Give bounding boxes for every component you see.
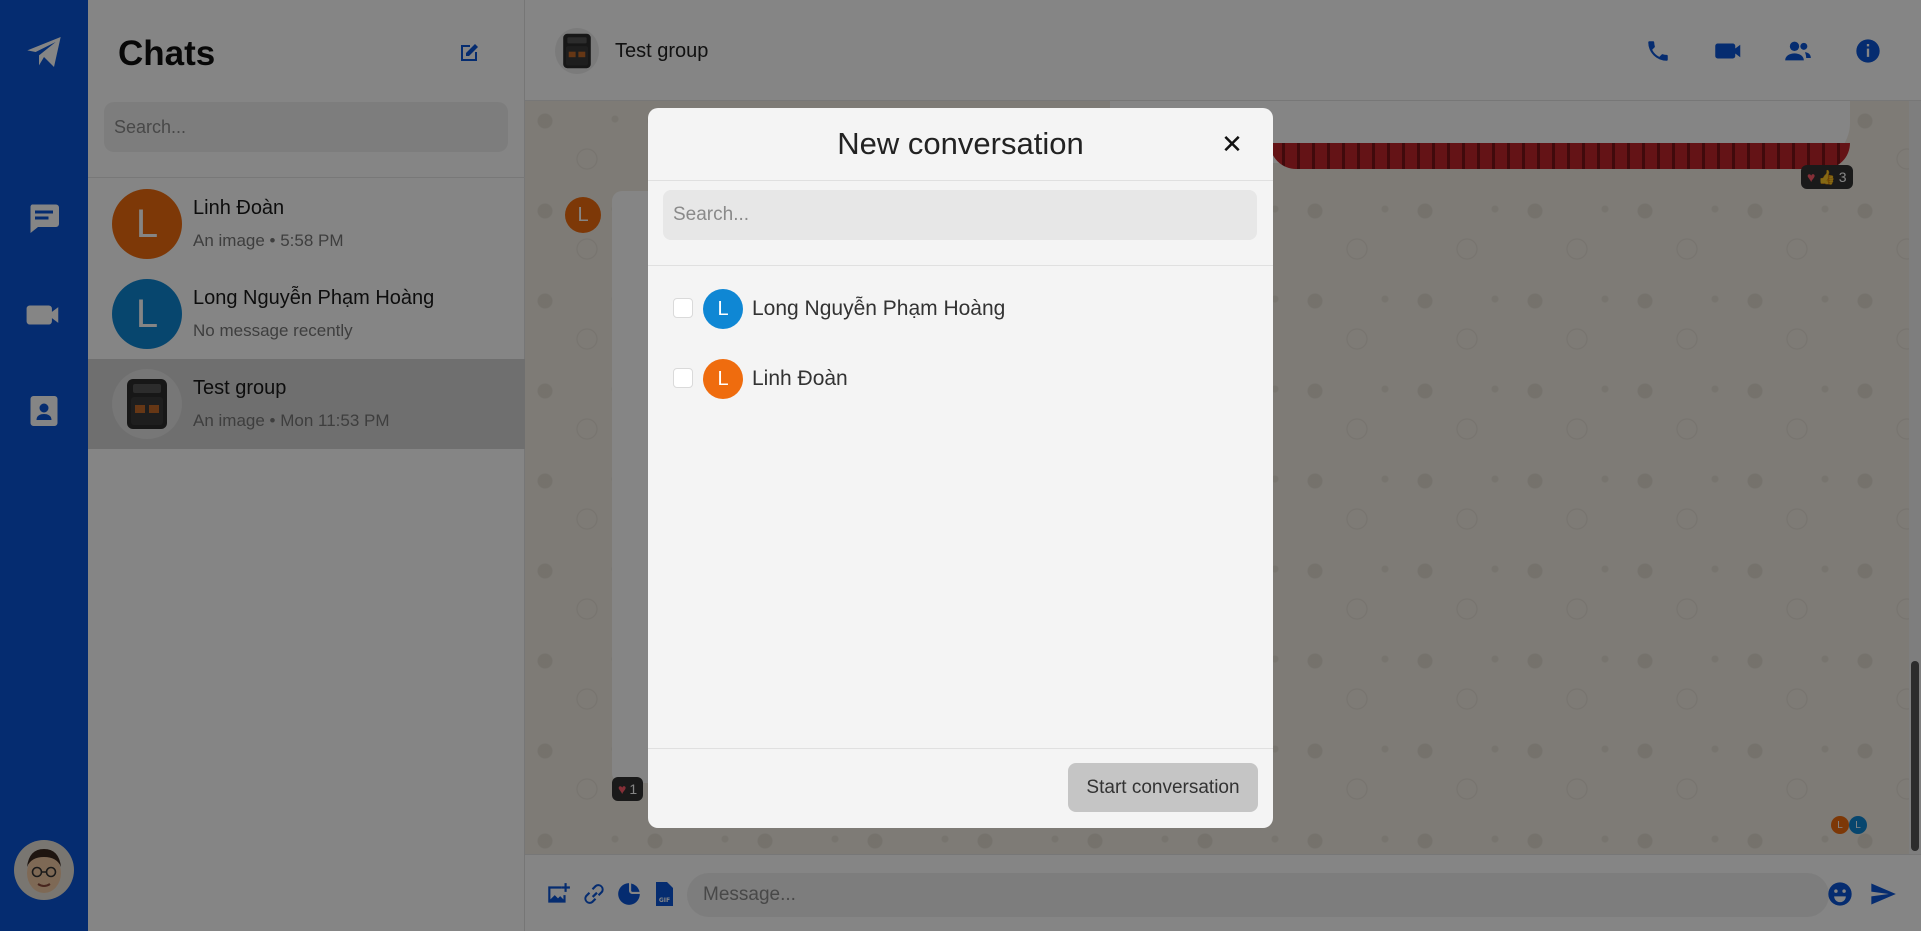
close-icon[interactable]: ✕: [1215, 127, 1249, 161]
contact-search-input[interactable]: [663, 190, 1257, 240]
contact-option[interactable]: L Long Nguyễn Phạm Hoàng: [648, 281, 1273, 337]
divider: [648, 748, 1273, 749]
start-conversation-button[interactable]: Start conversation: [1068, 763, 1258, 812]
contact-name: Linh Đoàn: [752, 367, 848, 390]
dialog-title: New conversation: [837, 126, 1084, 161]
contact-name: Long Nguyễn Phạm Hoàng: [752, 297, 1006, 320]
contact-checkbox[interactable]: [673, 298, 693, 318]
contact-option[interactable]: L Linh Đoàn: [648, 351, 1273, 407]
avatar: L: [703, 289, 743, 329]
new-conversation-dialog: New conversation ✕ L Long Nguyễn Phạm Ho…: [648, 108, 1273, 828]
divider: [648, 265, 1273, 266]
avatar: L: [703, 359, 743, 399]
divider: [648, 180, 1273, 181]
contact-checkbox[interactable]: [673, 368, 693, 388]
